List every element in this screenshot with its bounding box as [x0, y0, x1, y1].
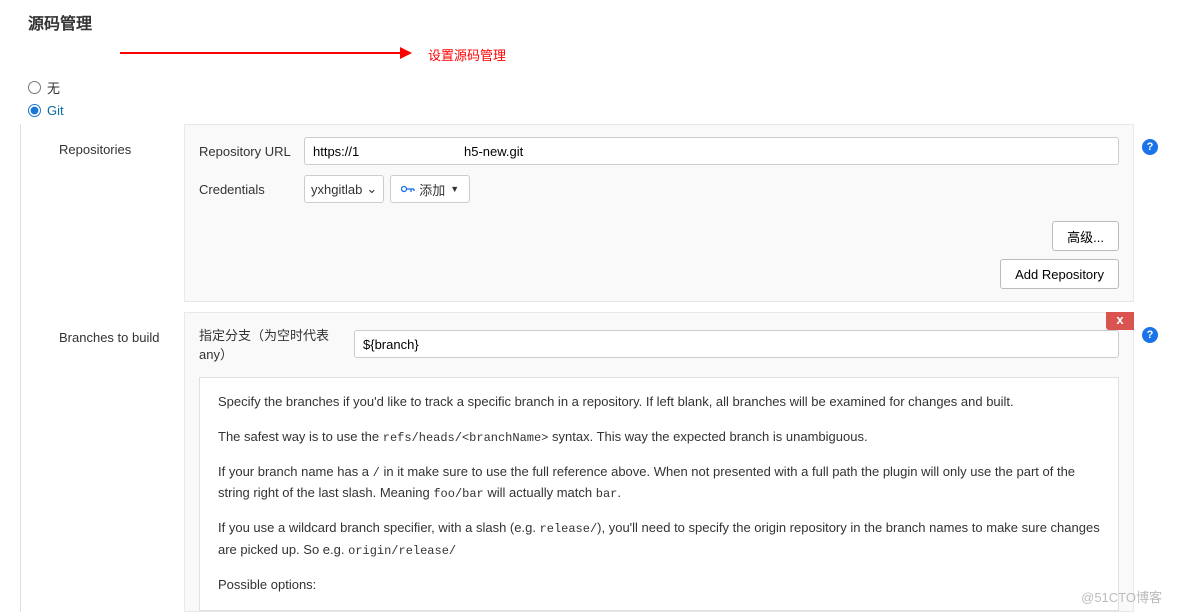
help-icon[interactable]: ?	[1142, 327, 1158, 343]
help-p1: Specify the branches if you'd like to tr…	[218, 392, 1100, 413]
help-p5: Possible options:	[218, 575, 1100, 596]
branch-help-panel: Specify the branches if you'd like to tr…	[199, 377, 1119, 611]
add-credentials-button[interactable]: 添加 ▼	[390, 175, 470, 203]
branches-row: Branches to build x ? 指定分支（为空时代表any） Spe…	[29, 312, 1164, 612]
branches-panel: x ? 指定分支（为空时代表any） Specify the branches …	[184, 312, 1134, 612]
chevron-down-icon: ▼	[450, 184, 459, 194]
help-p2: The safest way is to use the refs/heads/…	[218, 427, 1100, 448]
scm-option-git[interactable]: Git	[28, 103, 1164, 118]
radio-git[interactable]	[28, 104, 41, 117]
annotation-row: 设置源码管理	[20, 42, 1164, 70]
branch-field-label: 指定分支（为空时代表any）	[199, 325, 354, 363]
branch-input[interactable]	[354, 330, 1119, 358]
advanced-button[interactable]: 高级...	[1052, 221, 1119, 251]
arrow-icon	[120, 52, 410, 54]
repo-url-label: Repository URL	[199, 144, 304, 159]
scm-option-none[interactable]: 无	[28, 78, 1164, 97]
credentials-value: yxhgitlab	[311, 182, 362, 197]
key-icon	[401, 184, 415, 194]
radio-none-label: 无	[47, 78, 60, 97]
add-cred-label: 添加	[419, 180, 445, 199]
credentials-label: Credentials	[199, 182, 304, 197]
help-p3: If your branch name has a / in it make s…	[218, 462, 1100, 504]
branches-label: Branches to build	[29, 312, 184, 612]
repositories-label: Repositories	[29, 124, 184, 302]
help-p4: If you use a wildcard branch specifier, …	[218, 518, 1100, 560]
chevron-down-icon: ⌄	[366, 181, 377, 197]
repositories-row: Repositories ? Repository URL Credential…	[29, 124, 1164, 302]
radio-git-label: Git	[47, 103, 64, 118]
radio-none[interactable]	[28, 81, 41, 94]
watermark: @51CTO博客	[1081, 587, 1162, 606]
repo-url-input[interactable]	[304, 137, 1119, 165]
annotation-label: 设置源码管理	[428, 45, 506, 64]
repositories-panel: ? Repository URL Credentials yxhgitlab ⌄	[184, 124, 1134, 302]
credentials-select[interactable]: yxhgitlab ⌄	[304, 175, 384, 203]
scm-radio-group: 无 Git	[28, 78, 1164, 118]
section-title: 源码管理	[20, 10, 1164, 34]
help-icon[interactable]: ?	[1142, 139, 1158, 155]
close-icon[interactable]: x	[1106, 312, 1134, 330]
add-repository-button[interactable]: Add Repository	[1000, 259, 1119, 289]
